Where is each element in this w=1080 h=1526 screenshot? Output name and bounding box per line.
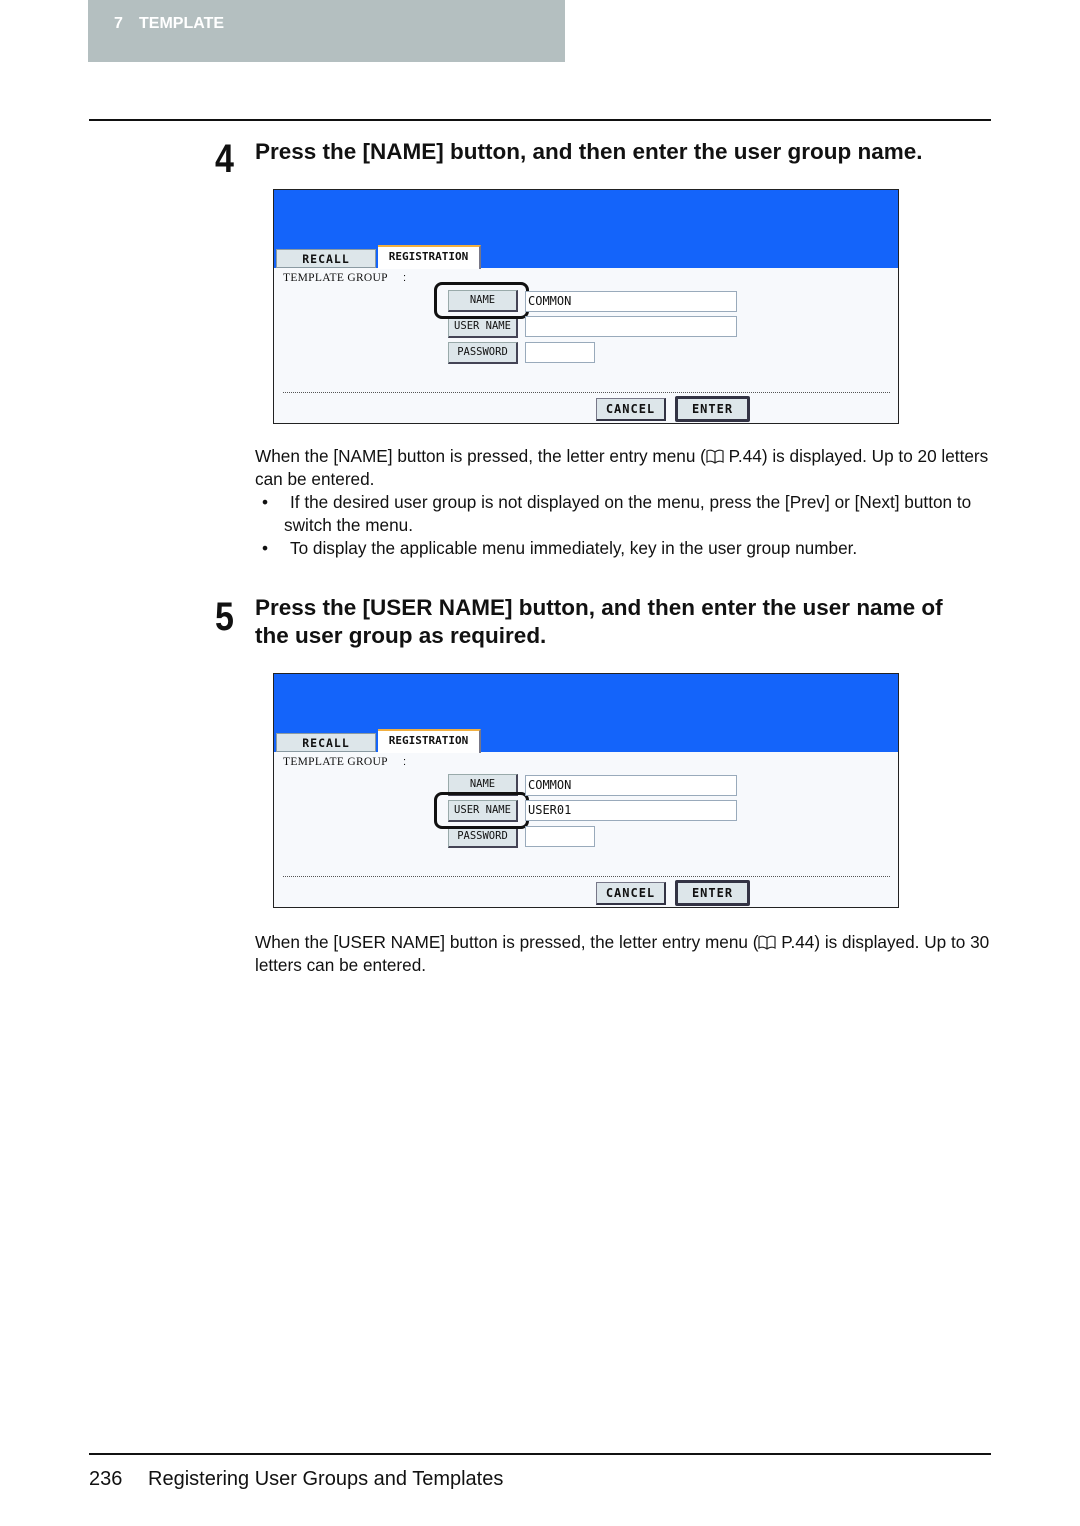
step-number: 4 [215,137,234,181]
name-field[interactable]: COMMON [525,775,737,796]
divider [283,392,890,393]
enter-button[interactable]: ENTER [675,396,750,422]
cancel-button[interactable]: CANCEL [596,882,666,905]
footer-rule [89,1453,991,1455]
list-item: • To display the applicable menu immediat… [262,537,992,560]
label-colon: : [403,272,407,284]
name-field[interactable]: COMMON [525,291,737,312]
step-heading: Press the [NAME] button, and then enter … [255,139,923,164]
top-rule [89,119,991,121]
template-group-label: TEMPLATE GROUP [283,272,388,284]
password-button[interactable]: PASSWORD [448,342,518,364]
name-button[interactable]: NAME [448,290,518,312]
enter-button[interactable]: ENTER [675,880,750,906]
password-button[interactable]: PASSWORD [448,826,518,848]
label-colon: : [403,756,407,768]
step-4-description: When the [NAME] button is pressed, the l… [255,445,995,491]
tab-recall[interactable]: RECALL [276,733,376,752]
password-field[interactable] [525,342,595,363]
book-icon [758,935,777,950]
step-5-description: When the [USER NAME] button is pressed, … [255,931,995,977]
description-text: When the [USER NAME] button is pressed, … [255,932,759,952]
user-name-field[interactable] [525,316,737,337]
manual-page: 7 TEMPLATE 4 Press the [NAME] button, an… [0,0,1080,1526]
bullet-text: To display the applicable menu immediate… [290,538,858,558]
chapter-header: 7 TEMPLATE [88,0,565,62]
book-icon [706,449,724,464]
tab-registration[interactable]: REGISTRATION [378,729,481,753]
password-field[interactable] [525,826,595,847]
user-name-field[interactable]: USER01 [525,800,737,821]
tab-recall[interactable]: RECALL [276,249,376,268]
screenshot-step-4: RECALL REGISTRATION TEMPLATE GROUP : USE… [273,189,899,424]
footer-title: Registering User Groups and Templates [148,1468,504,1490]
user-name-button[interactable]: USER NAME [448,800,518,822]
screenshot-step-5: RECALL REGISTRATION TEMPLATE GROUP : NAM… [273,673,899,908]
divider [283,876,890,877]
list-item: • If the desired user group is not displa… [262,491,992,537]
bullet-text: If the desired user group is not display… [284,492,972,535]
template-group-label: TEMPLATE GROUP [283,756,388,768]
step-heading: Press the [USER NAME] button, and then e… [255,595,943,648]
chapter-number: 7 [114,15,123,32]
cancel-button[interactable]: CANCEL [596,398,666,421]
chapter-title: TEMPLATE [139,15,225,32]
description-text: When the [NAME] button is pressed, the l… [255,446,706,466]
user-name-button[interactable]: USER NAME [448,316,518,338]
page-number: 236 [89,1468,123,1490]
step-number: 5 [215,595,234,639]
tab-registration[interactable]: REGISTRATION [378,245,481,269]
